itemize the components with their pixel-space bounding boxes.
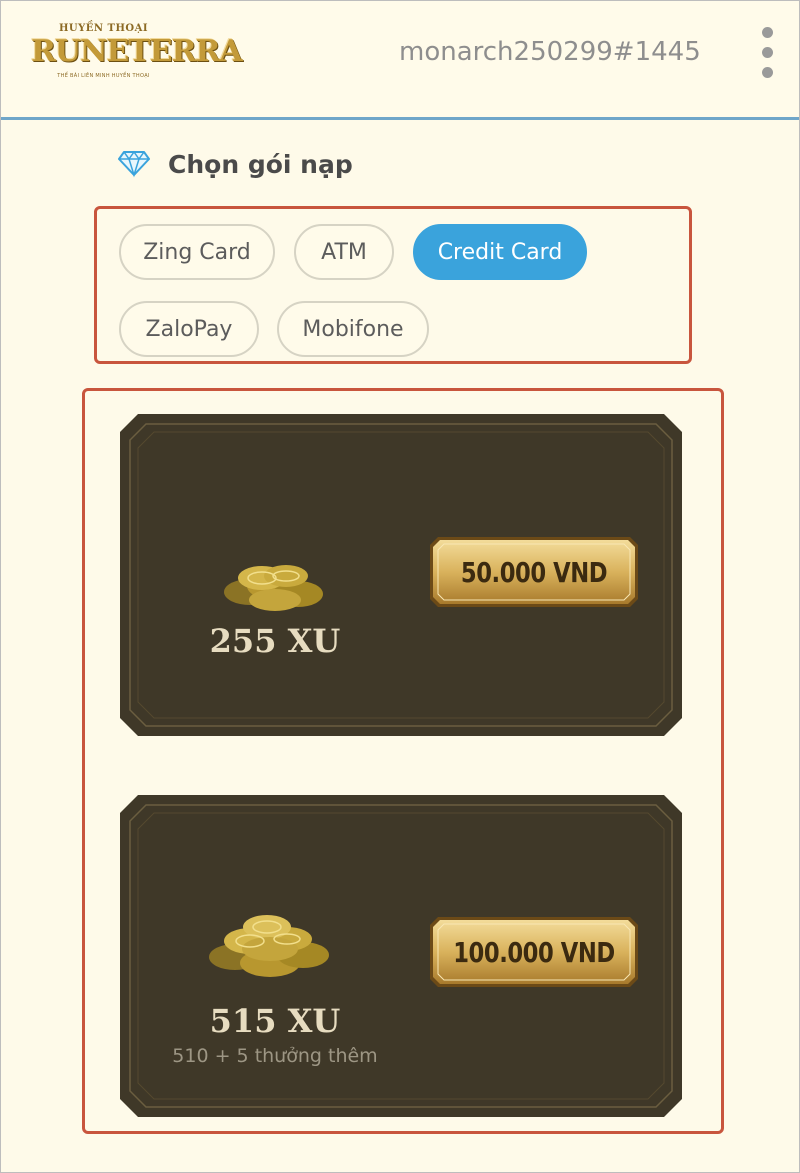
runeterra-logo[interactable]: HUYỀN THOẠI RUNETERRA THỂ BÀI LIÊN MINH …: [31, 23, 243, 95]
price-label: 50.000 VND: [460, 555, 608, 589]
method-zalopay[interactable]: ZaloPay: [119, 301, 259, 357]
package-list: 255 XU 50.000 VND 515 XU 510 + 5 thưởng …: [82, 388, 724, 1134]
price-button[interactable]: 50.000 VND: [430, 537, 638, 607]
xu-amount: 515 XU: [209, 1002, 341, 1040]
method-credit-card[interactable]: Credit Card: [413, 224, 587, 280]
price-button[interactable]: 100.000 VND: [430, 917, 638, 987]
section-title: Chọn gói nạp: [168, 150, 353, 179]
coin-pile-icon: [209, 915, 329, 977]
method-mobifone[interactable]: Mobifone: [277, 301, 429, 357]
username-label: monarch250299#1445: [399, 37, 701, 67]
method-zing-card[interactable]: Zing Card: [119, 224, 275, 280]
logo-top-text: HUYỀN THOẠI: [58, 23, 149, 34]
logo-main-text: RUNETERRA: [31, 34, 243, 69]
xu-amount: 255 XU: [209, 622, 341, 660]
diamond-icon: [118, 150, 150, 178]
logo-sub-text: THỂ BÀI LIÊN MINH HUYỀN THOẠI: [57, 73, 150, 79]
coin-pile-icon: [224, 565, 323, 611]
xu-bonus: 510 + 5 thưởng thêm: [172, 1045, 378, 1067]
payment-method-group: Zing Card ATM Credit Card ZaloPay Mobifo…: [94, 206, 692, 364]
package-card[interactable]: 255 XU 50.000 VND: [120, 414, 682, 736]
package-card[interactable]: 515 XU 510 + 5 thưởng thêm 100.000 VND: [120, 795, 682, 1117]
app-header: HUYỀN THOẠI RUNETERRA THỂ BÀI LIÊN MINH …: [1, 1, 799, 120]
method-atm[interactable]: ATM: [294, 224, 394, 280]
price-label: 100.000 VND: [453, 935, 615, 969]
kebab-vertical-icon[interactable]: [757, 25, 779, 83]
